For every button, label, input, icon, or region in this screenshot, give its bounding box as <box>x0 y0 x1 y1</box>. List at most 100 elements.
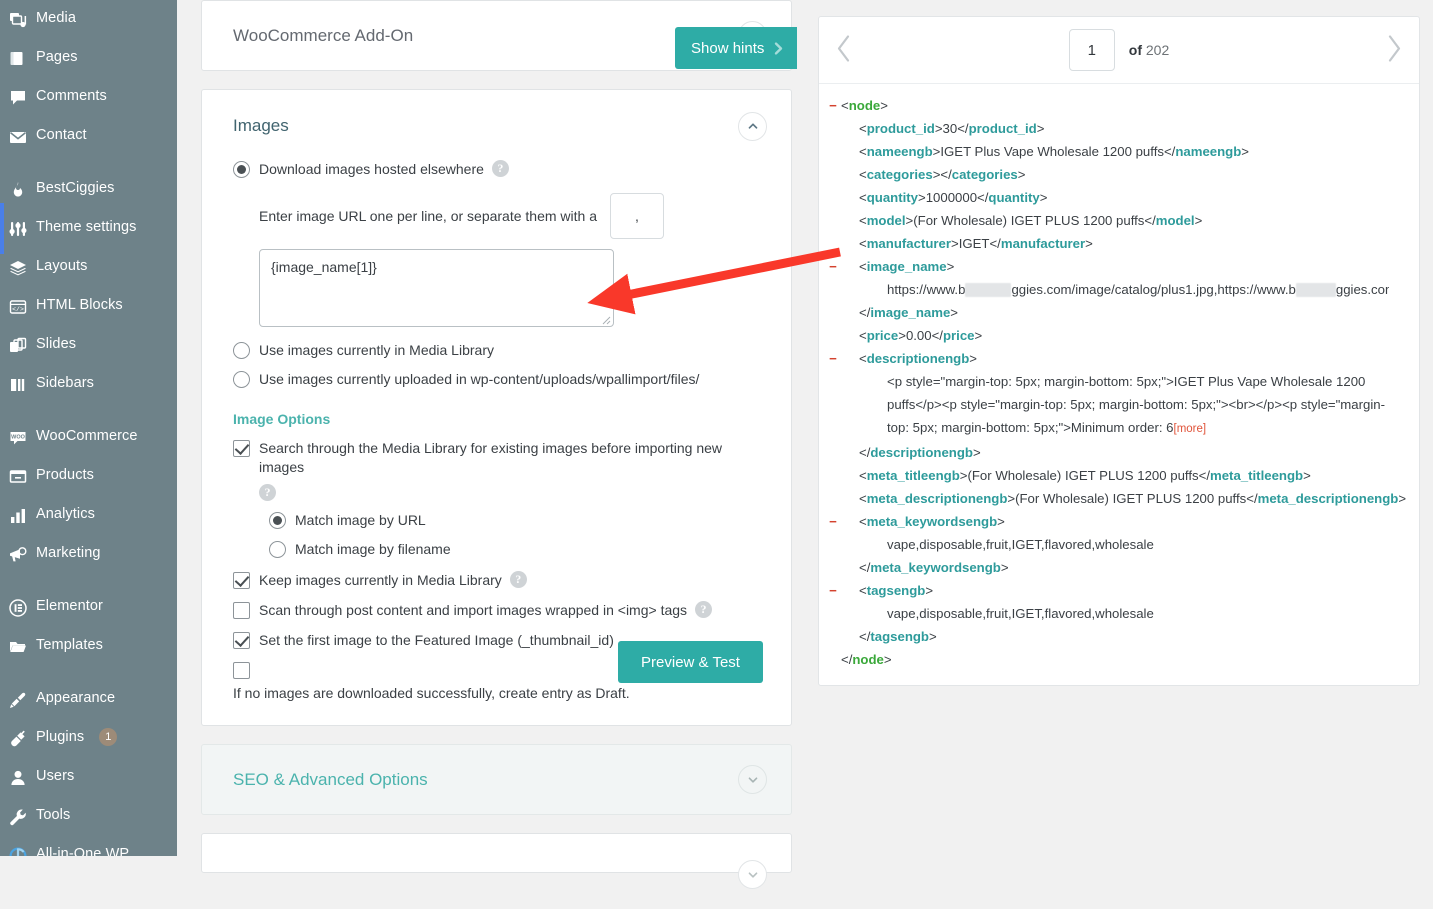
sidebar-item-label: Marketing <box>36 545 101 561</box>
radio-match-image-by-url[interactable]: Match image by URL <box>269 511 767 530</box>
xml-row-tagsengb-open[interactable]: − <tagsengb> <box>825 579 1407 602</box>
next-record-arrow-icon[interactable] <box>1383 32 1405 69</box>
checkbox-scan-post-content[interactable]: Scan through post content and import ima… <box>233 601 767 620</box>
page-number-input[interactable]: 1 <box>1068 29 1115 71</box>
radio-indicator[interactable] <box>269 541 286 558</box>
prev-record-arrow-icon[interactable] <box>833 32 855 69</box>
checkbox-indicator[interactable] <box>233 572 250 589</box>
panel-header[interactable] <box>202 834 791 909</box>
code-window-icon: </> <box>0 296 36 317</box>
media-icon <box>0 9 36 30</box>
image-options-link[interactable]: Image Options <box>233 411 767 427</box>
radio-use-images-uploaded-wpallimport[interactable]: Use images currently uploaded in wp-cont… <box>233 370 767 389</box>
sidebar-item-label: Pages <box>36 49 78 65</box>
option-label: Match image by filename <box>295 541 451 557</box>
sidebar-item-templates[interactable]: Templates <box>0 627 177 666</box>
checkbox-indicator[interactable] <box>233 662 250 679</box>
woo-icon: WOO <box>0 427 36 448</box>
svg-text:WOO: WOO <box>11 435 25 441</box>
sidebar-item-html-blocks[interactable]: </> HTML Blocks <box>0 287 177 326</box>
collapse-toggle-icon[interactable]: − <box>825 510 841 533</box>
radio-indicator[interactable] <box>233 371 250 388</box>
elementor-icon <box>0 597 36 618</box>
sidebar-item-contact[interactable]: Contact <box>0 117 177 156</box>
help-icon[interactable]: ? <box>259 484 276 501</box>
chevron-up-icon[interactable] <box>738 111 767 141</box>
radio-match-image-by-filename[interactable]: Match image by filename <box>269 540 767 559</box>
xml-row-descriptionengb-open[interactable]: − <descriptionengb> <box>825 347 1407 370</box>
sidebar-item-comments[interactable]: Comments <box>0 78 177 117</box>
panel-header[interactable]: SEO & Advanced Options <box>202 745 791 814</box>
record-pager: 1 of 202 <box>819 17 1419 84</box>
panel-body: Show hints Download images hosted elsewh… <box>202 27 797 725</box>
more-link[interactable]: [more] <box>1174 423 1207 435</box>
radio-indicator[interactable] <box>233 161 250 178</box>
separator-input[interactable]: , <box>610 193 664 239</box>
checkbox-keep-images-in-media-library[interactable]: Keep images currently in Media Library ? <box>233 571 767 590</box>
help-icon[interactable]: ? <box>491 160 509 177</box>
option-label: Scan through post content and import ima… <box>259 602 688 618</box>
sidebar-item-products[interactable]: Products <box>0 457 177 496</box>
help-icon[interactable]: ? <box>509 571 527 588</box>
checkbox-indicator[interactable] <box>233 632 250 649</box>
xml-row-meta_keywordsengb-open[interactable]: − <meta_keywordsengb> <box>825 510 1407 533</box>
resize-grip-icon[interactable] <box>599 313 611 325</box>
sidebar-item-slides[interactable]: Slides <box>0 326 177 365</box>
separator-row: Enter image URL one per line, or separat… <box>259 193 767 239</box>
preview-test-button[interactable]: Preview & Test <box>618 641 763 683</box>
xml-tag-close: </image_name> <box>859 305 958 320</box>
collapse-toggle-icon[interactable]: − <box>825 347 841 370</box>
radio-use-images-in-media-library[interactable]: Use images currently in Media Library <box>233 341 767 360</box>
panel-next-partial[interactable] <box>201 833 792 889</box>
show-hints-button[interactable]: Show hints <box>675 27 797 69</box>
gutter-spacer: − <box>825 186 841 209</box>
checkbox-search-media-library[interactable]: Search through the Media Library for exi… <box>233 439 767 477</box>
gutter-spacer: − <box>825 441 841 464</box>
sidebar-item-elementor[interactable]: Elementor <box>0 588 177 627</box>
panel-title: Images <box>233 116 289 135</box>
collapse-toggle-icon[interactable]: − <box>825 255 841 278</box>
checkbox-indicator[interactable] <box>233 602 250 619</box>
xml-value: <p style="margin-top: 5px; margin-bottom… <box>887 374 1385 435</box>
chevron-down-icon[interactable] <box>738 860 767 889</box>
sidebar-item-marketing[interactable]: Marketing <box>0 535 177 574</box>
sidebar-item-users[interactable]: Users <box>0 758 177 797</box>
xml-tag-close: </descriptionengb> <box>859 445 981 460</box>
xml-value: https://www.b ggies.com/image/catalog/plu… <box>887 282 1389 297</box>
sidebar-item-plugins[interactable]: Plugins 1 <box>0 719 177 758</box>
gutter-spacer: − <box>825 163 841 186</box>
chevron-down-icon[interactable] <box>738 765 767 794</box>
gutter-spacer: − <box>825 209 841 232</box>
sidebar-item-theme-settings[interactable]: Theme settings <box>0 203 177 254</box>
collapse-toggle-icon[interactable]: − <box>825 579 841 602</box>
xml-pair: <meta_descriptionengb>(For Wholesale) IG… <box>859 491 1407 506</box>
xml-tag-open: <meta_keywordsengb> <box>859 514 1005 529</box>
sidebar-item-analytics[interactable]: Analytics <box>0 496 177 535</box>
sidebar-item-label: BestCiggies <box>36 180 115 196</box>
sidebar-item-layouts[interactable]: Layouts <box>0 248 177 287</box>
xml-row-node-open[interactable]: − <node> <box>825 94 1407 117</box>
collapse-toggle-icon[interactable]: − <box>825 94 841 117</box>
xml-row-image_name-value: − https://www.bggies.com/image/catalog/p… <box>825 278 1407 301</box>
total-pages: 202 <box>1145 42 1170 58</box>
sidebar-item-sidebars[interactable]: Sidebars <box>0 365 177 404</box>
sidebar-item-media[interactable]: Media <box>0 0 177 39</box>
xml-row-image_name-open[interactable]: − <image_name> <box>825 255 1407 278</box>
radio-download-images-hosted-elsewhere[interactable]: Download images hosted elsewhere ? <box>233 160 767 179</box>
sidebar-item-pages[interactable]: Pages <box>0 39 177 78</box>
sidebar-item-all-in-one-wp-migration[interactable]: All-in-One WP Migration <box>0 836 177 856</box>
xml-tag-close: </meta_keywordsengb> <box>859 560 1009 575</box>
panel-header[interactable]: Images <box>202 90 791 150</box>
help-icon[interactable]: ? <box>695 601 713 618</box>
panel-seo-advanced-options[interactable]: SEO & Advanced Options <box>201 744 792 815</box>
sidebar-item-bestciggies[interactable]: BestCiggies <box>0 170 177 209</box>
gutter-spacer: − <box>825 556 841 579</box>
sidebar-item-tools[interactable]: Tools <box>0 797 177 836</box>
radio-indicator[interactable] <box>233 342 250 359</box>
checkbox-indicator[interactable] <box>233 440 250 457</box>
image-url-textarea[interactable]: {image_name[1]} <box>259 249 614 327</box>
gutter-spacer: − <box>825 533 841 556</box>
sidebar-item-woocommerce[interactable]: WOO WooCommerce <box>0 418 177 457</box>
sidebar-item-appearance[interactable]: Appearance <box>0 680 177 719</box>
radio-indicator[interactable] <box>269 512 286 529</box>
